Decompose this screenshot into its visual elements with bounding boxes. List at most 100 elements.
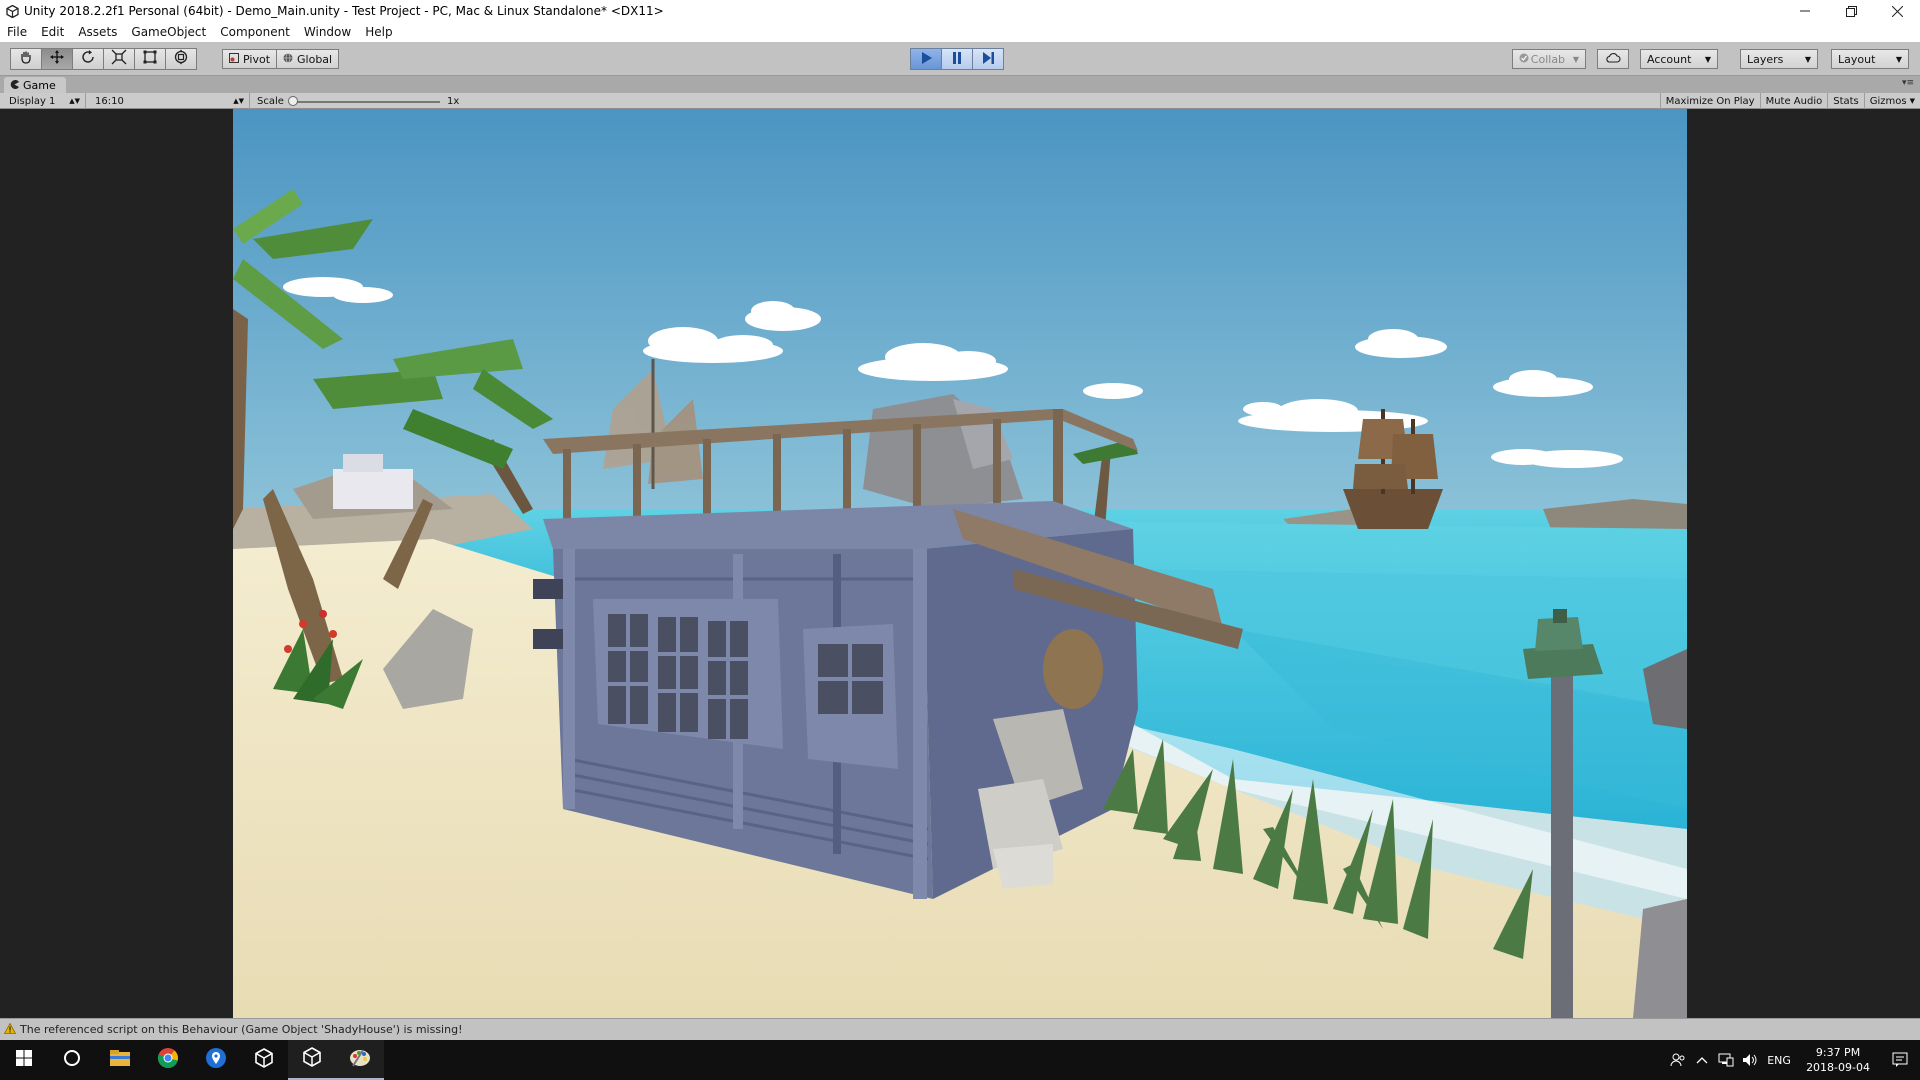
taskbar-paint[interactable] <box>336 1040 384 1080</box>
account-dropdown[interactable]: Account ▼ <box>1640 49 1718 69</box>
transform-tools <box>10 48 197 70</box>
rotate-icon <box>80 49 96 69</box>
aspect-label: 16:10 <box>95 95 124 107</box>
account-label: Account <box>1647 52 1692 66</box>
menu-edit[interactable]: Edit <box>34 25 71 39</box>
chevron-up-icon[interactable] <box>1690 1056 1714 1064</box>
menu-gameobject[interactable]: GameObject <box>124 25 213 39</box>
layers-group: Layers ▼ <box>1740 49 1818 69</box>
pivot-icon <box>229 52 239 66</box>
tab-strip: Game ▾≡ <box>0 76 1920 93</box>
menu-help[interactable]: Help <box>358 25 399 39</box>
rect-icon <box>142 49 158 69</box>
chevron-down-icon: ▼ <box>1804 54 1811 64</box>
move-tool-button[interactable] <box>41 48 73 70</box>
maximize-on-play-toggle[interactable]: Maximize On Play <box>1659 93 1760 109</box>
right-toolbar: Collab ▼ <box>1512 49 1586 69</box>
cloud-button[interactable] <box>1597 49 1629 69</box>
scale-tool-button[interactable] <box>103 48 135 70</box>
notification-icon[interactable] <box>1880 1052 1920 1068</box>
handle-toggles: Pivot Global <box>222 49 340 69</box>
pivot-label: Pivot <box>243 52 271 66</box>
pause-icon <box>950 50 964 69</box>
windows-logo-icon <box>16 1050 32 1070</box>
step-button[interactable] <box>972 48 1004 70</box>
taskbar-chrome[interactable] <box>144 1040 192 1080</box>
windows-taskbar: ENG 9:37 PM 2018-09-04 <box>0 1040 1920 1080</box>
unity-icon <box>254 1048 274 1072</box>
collab-label: Collab <box>1530 52 1566 66</box>
display-dropdown[interactable]: Display 1 ▲▼ <box>4 93 86 109</box>
stats-toggle[interactable]: Stats <box>1827 93 1864 109</box>
people-icon[interactable] <box>1666 1052 1690 1068</box>
account-group: Account ▼ <box>1640 49 1718 69</box>
pause-button[interactable] <box>941 48 973 70</box>
menu-bar: File Edit Assets GameObject Component Wi… <box>0 22 1920 42</box>
cloud-icon <box>1605 52 1621 66</box>
network-icon[interactable] <box>1714 1053 1738 1067</box>
transform-tool-button[interactable] <box>165 48 197 70</box>
folder-icon <box>109 1049 131 1071</box>
step-icon <box>981 50 995 69</box>
main-toolbar: Pivot Global Collab ▼ Account ▼ Layers ▼… <box>0 42 1920 76</box>
pivot-toggle[interactable]: Pivot <box>222 49 278 69</box>
chevron-down-icon: ▼ <box>1704 54 1711 64</box>
palette-icon <box>349 1046 371 1072</box>
status-message: The referenced script on this Behaviour … <box>20 1023 463 1036</box>
scale-label: Scale <box>257 95 284 107</box>
gizmos-label: Gizmos <box>1869 95 1907 107</box>
status-bar[interactable]: The referenced script on this Behaviour … <box>0 1018 1920 1040</box>
global-toggle[interactable]: Global <box>276 49 340 69</box>
title-bar: Unity 2018.2.2f1 Personal (64bit) - Demo… <box>0 0 1920 22</box>
rect-tool-button[interactable] <box>134 48 166 70</box>
rotate-tool-button[interactable] <box>72 48 104 70</box>
tab-menu-icon[interactable]: ▾≡ <box>1902 78 1914 88</box>
check-icon <box>1519 53 1529 66</box>
mute-audio-toggle[interactable]: Mute Audio <box>1759 93 1828 109</box>
cortana-button[interactable] <box>48 1040 96 1080</box>
taskbar-unity-hub[interactable] <box>240 1040 288 1080</box>
aspect-dropdown[interactable]: 16:10 ▲▼ <box>90 93 250 109</box>
restore-button[interactable] <box>1828 0 1874 22</box>
layout-dropdown[interactable]: Layout ▼ <box>1831 49 1909 69</box>
clock-date: 2018-09-04 <box>1806 1061 1870 1074</box>
chevron-down-icon: ▼ <box>1909 97 1915 105</box>
minimize-button[interactable] <box>1782 0 1828 22</box>
close-button[interactable] <box>1874 0 1920 22</box>
pacman-icon <box>10 79 19 92</box>
clock[interactable]: 9:37 PM 2018-09-04 <box>1796 1045 1880 1075</box>
volume-icon[interactable] <box>1738 1053 1762 1067</box>
unity-logo-icon <box>4 3 20 19</box>
menu-file[interactable]: File <box>0 25 34 39</box>
clock-time: 9:37 PM <box>1815 1046 1861 1059</box>
scale-icon <box>111 49 127 69</box>
game-view[interactable] <box>0 109 1920 1018</box>
hand-icon <box>18 49 34 69</box>
scale-slider-track[interactable] <box>290 101 440 103</box>
cortana-icon <box>63 1049 81 1071</box>
tab-game-label: Game <box>23 78 56 92</box>
taskbar-maps[interactable] <box>192 1040 240 1080</box>
menu-assets[interactable]: Assets <box>71 25 124 39</box>
map-pin-icon <box>205 1047 227 1073</box>
cloud-group <box>1597 49 1629 69</box>
start-button[interactable] <box>0 1040 48 1080</box>
taskbar-unity-editor[interactable] <box>288 1040 336 1080</box>
layers-dropdown[interactable]: Layers ▼ <box>1740 49 1818 69</box>
hand-tool-button[interactable] <box>10 48 42 70</box>
menu-component[interactable]: Component <box>213 25 297 39</box>
warning-icon <box>3 1022 17 1037</box>
collab-dropdown[interactable]: Collab ▼ <box>1512 49 1586 69</box>
updown-icon: ▲▼ <box>69 97 80 105</box>
taskbar-file-explorer[interactable] <box>96 1040 144 1080</box>
game-scene-render[interactable] <box>233 109 1687 1018</box>
scale-slider-thumb[interactable] <box>288 96 298 106</box>
menu-window[interactable]: Window <box>297 25 358 39</box>
language-indicator[interactable]: ENG <box>1762 1054 1796 1067</box>
gizmos-dropdown[interactable]: Gizmos ▼ <box>1863 93 1920 109</box>
play-button[interactable] <box>910 48 942 70</box>
chevron-down-icon: ▼ <box>1572 54 1579 64</box>
play-icon <box>919 50 933 69</box>
scale-value: 1x <box>447 95 460 107</box>
tab-game[interactable]: Game <box>4 77 66 93</box>
